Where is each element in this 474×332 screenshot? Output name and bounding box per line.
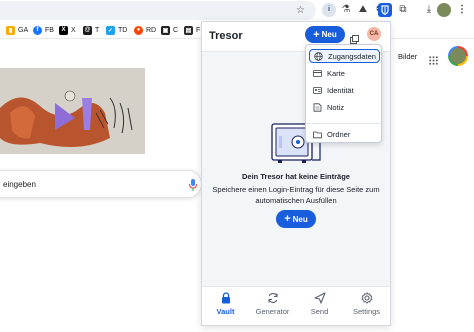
f-icon: ▤ [184, 25, 193, 35]
c-icon: ▣ [161, 25, 170, 35]
send-icon [313, 292, 326, 304]
note-icon [313, 102, 322, 112]
nav-send[interactable]: Send [296, 292, 343, 316]
gear-icon [361, 292, 372, 304]
plus-icon: + [284, 213, 291, 225]
profile-icon[interactable] [437, 3, 451, 17]
menu-item-note[interactable]: Notiz [309, 100, 380, 114]
page-title: Tresor [209, 30, 243, 42]
puzzle-icon[interactable]: ⧉ [396, 3, 410, 17]
bookmark-x[interactable]: XX [59, 24, 76, 36]
nav-generator[interactable]: Generator [249, 292, 296, 316]
globe-icon [314, 51, 323, 61]
extension-3-icon[interactable]: ⛰ [356, 3, 370, 17]
bookmark-rd[interactable]: ● RD [134, 24, 156, 36]
nav-vault[interactable]: Vault [202, 292, 249, 316]
download-icon[interactable]: ⤓ [422, 3, 436, 17]
new-item-button[interactable]: + Neu [305, 26, 345, 43]
google-account-avatar[interactable] [448, 46, 468, 66]
search-input[interactable]: eingeben [3, 180, 36, 189]
empty-state-description: Speichere einen Login-Eintrag für diese … [212, 185, 380, 205]
bookmark-ga[interactable]: ▮ GA [6, 24, 28, 36]
id-card-icon [313, 86, 322, 94]
reddit-icon: ● [134, 25, 143, 35]
menu-item-login[interactable]: Zugangsdaten [309, 49, 380, 63]
doodle-image[interactable] [0, 68, 145, 154]
tweetdeck-icon: ✓ [106, 25, 115, 35]
empty-state-title: Dein Tresor hat keine Einträge [242, 172, 350, 181]
bitwarden-extension-icon[interactable] [378, 3, 392, 17]
extension-1-icon[interactable]: i [322, 3, 336, 17]
bookmark-f[interactable]: ▤ F [184, 24, 200, 36]
pop-out-icon[interactable] [350, 31, 359, 44]
bookmark-td[interactable]: ✓ TD [106, 24, 127, 36]
menu-item-card[interactable]: Karte [309, 66, 380, 80]
bookmark-c[interactable]: ▣ C [161, 24, 178, 36]
doodle-illustration [0, 68, 145, 154]
threads-icon: @ [83, 25, 92, 35]
menu-item-identity[interactable]: Identität [309, 83, 380, 97]
bookmark-star-icon[interactable]: ☆ [296, 5, 305, 17]
x-icon: X [59, 25, 68, 35]
menu-icon[interactable]: ⋮ [455, 3, 469, 17]
bookmark-t[interactable]: @ T [83, 24, 99, 36]
apps-grid-icon[interactable] [429, 52, 438, 65]
card-icon [313, 69, 322, 77]
lock-icon [221, 292, 230, 304]
extension-2-icon[interactable]: ⚗ [339, 3, 353, 17]
address-bar[interactable]: ☆ [0, 1, 316, 20]
microphone-icon[interactable] [189, 178, 197, 196]
refresh-icon [267, 293, 278, 303]
facebook-icon: f [33, 25, 42, 35]
new-item-menu: Zugangsdaten Karte Identität Notiz Ordne… [305, 44, 382, 143]
bottom-nav: Vault Generator Send Settings [202, 286, 390, 325]
search-box[interactable]: eingeben [0, 170, 202, 198]
images-link[interactable]: Bilder [398, 52, 417, 61]
ga-icon: ▮ [6, 25, 15, 35]
folder-icon [313, 131, 322, 138]
new-item-button-empty[interactable]: + Neu [276, 210, 316, 228]
menu-item-folder[interactable]: Ordner [309, 127, 380, 141]
browser-toolbar: ☆ i ⚗ ⛰ ❆ ⧉ ⤓ ⋮ [0, 0, 474, 20]
menu-divider [306, 123, 381, 124]
bookmark-fb[interactable]: f FB [33, 24, 54, 36]
plus-icon: + [313, 28, 320, 41]
account-avatar[interactable]: CA [367, 27, 381, 41]
nav-settings[interactable]: Settings [343, 292, 390, 316]
